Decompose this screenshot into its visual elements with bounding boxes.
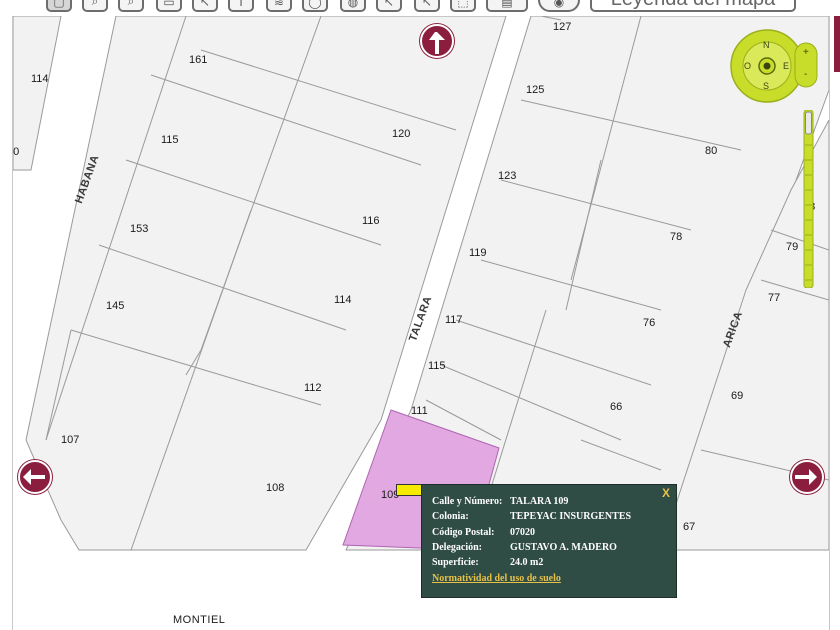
legend-button[interactable]: Leyenda del mapa [590,0,796,12]
compass-zoom-out[interactable]: - [804,69,807,80]
select-polygon-icon: ↖ [421,0,433,9]
layers-button[interactable]: ≋ [266,0,292,12]
lot-label: 78 [670,231,683,243]
arrow-up-icon [429,32,445,54]
lot-label: 111 [411,405,428,417]
select-rect-button[interactable]: ⬚ [450,0,476,12]
popup-label: Delegación: [432,542,482,553]
lot-label: 112 [304,382,322,394]
lot-label: 115 [161,134,179,146]
lot-label: 76 [643,317,656,329]
info-button[interactable]: i [228,0,254,12]
lot-label: 67 [683,521,696,533]
popup-close-button[interactable]: X [662,486,670,500]
lot-label: 127 [553,21,572,33]
lot-label: 145 [106,300,125,312]
select-polygon-button[interactable]: ↖ [414,0,440,12]
land-use-regulation-link[interactable]: Normatividad del uso de suelo [432,573,561,584]
info-icon: i [239,0,243,9]
compass-west[interactable]: O [744,61,751,71]
lot-label: 66 [610,401,623,413]
select-rect-icon: ⬚ [457,0,469,9]
popup-value: 24.0 m2 [510,557,544,568]
map-toolbar: ▢ ⌕ ⌕ ▭ ↖ i ≋ ◯ ◍ ↖ ↖ ⬚ ▤ ◉ Leyenda del … [0,0,840,16]
select-point-icon: ↖ [383,0,395,9]
lot-label: 114 [31,73,49,85]
popup-value: GUSTAVO A. MADERO [510,542,617,553]
lot-label: 117 [445,314,463,326]
lot-label: 107 [61,434,80,446]
lot-label: 114 [334,294,352,306]
popup-label: Código Postal: [432,527,495,538]
zoom-track-icon [803,109,814,289]
popup-label: Calle y Número: [432,496,503,507]
polygon-button[interactable]: ◯ [302,0,328,12]
select-icon: ▢ [53,0,65,9]
lot-label: 153 [130,223,149,235]
compass-east[interactable]: E [783,61,789,71]
zoom-out-button[interactable]: ⌕ [118,0,144,12]
ruler-icon: ▭ [163,0,175,9]
lot-label: 80 [705,145,718,157]
print-button[interactable]: ▤ [486,0,528,12]
lot-label: 123 [498,170,517,182]
eye-icon: ◉ [553,0,565,9]
lot-label: 115 [428,360,446,372]
select-point-button[interactable]: ↖ [376,0,402,12]
pan-left-button[interactable] [18,460,52,494]
zoom-out-icon: ⌕ [127,0,135,8]
block-habana-left [13,16,62,171]
arrow-left-icon [23,469,45,485]
parcel-info-popup: X Calle y Número: TALARA 109 Colonia: TE… [421,484,677,598]
compass-control[interactable]: N S E O + - [727,29,821,103]
street-label-montiel: MONTIEL [173,614,226,626]
lot-label: 77 [768,292,781,304]
arrow-right-icon [795,469,817,485]
compass-north[interactable]: N [763,40,770,50]
measure-button[interactable]: ▭ [156,0,182,12]
pan-up-button[interactable] [420,24,454,58]
legend-button-label: Leyenda del mapa [592,0,794,10]
pan-right-button[interactable] [790,460,824,494]
zoom-in-icon: ⌕ [91,0,99,8]
popup-value: 07020 [510,527,535,538]
polygon-icon: ◯ [308,0,322,9]
globe-button[interactable]: ◍ [340,0,366,12]
popup-value: TEPEYAC INSURGENTES [510,511,632,522]
zoom-in-button[interactable]: ⌕ [82,0,108,12]
print-icon: ▤ [501,0,513,9]
lot-label: 79 [786,241,799,253]
parcel-marker[interactable] [396,484,422,496]
layers-icon: ≋ [273,0,285,9]
lot-label: 69 [731,390,744,402]
globe-icon: ◍ [347,0,359,9]
popup-value: TALARA 109 [510,496,569,507]
compass-rose-icon [730,29,818,103]
lot-label: 116 [362,215,380,227]
pointer-icon: ↖ [199,0,211,9]
zoom-slider[interactable] [803,109,814,289]
lot-label: 108 [266,482,285,494]
popup-label: Superficie: [432,557,479,568]
lot-label: 125 [526,84,545,96]
lot-label: 60 [13,146,20,158]
eye-button[interactable]: ◉ [538,0,580,12]
lot-label: 119 [469,247,487,259]
compass-zoom-in[interactable]: + [803,47,809,58]
lot-label: 161 [189,54,208,66]
identify-button[interactable]: ↖ [192,0,218,12]
compass-south[interactable]: S [763,81,769,91]
side-panel-edge [834,16,840,72]
popup-label: Colonia: [432,511,469,522]
lot-label: 120 [392,128,411,140]
select-tool-button[interactable]: ▢ [46,0,72,12]
